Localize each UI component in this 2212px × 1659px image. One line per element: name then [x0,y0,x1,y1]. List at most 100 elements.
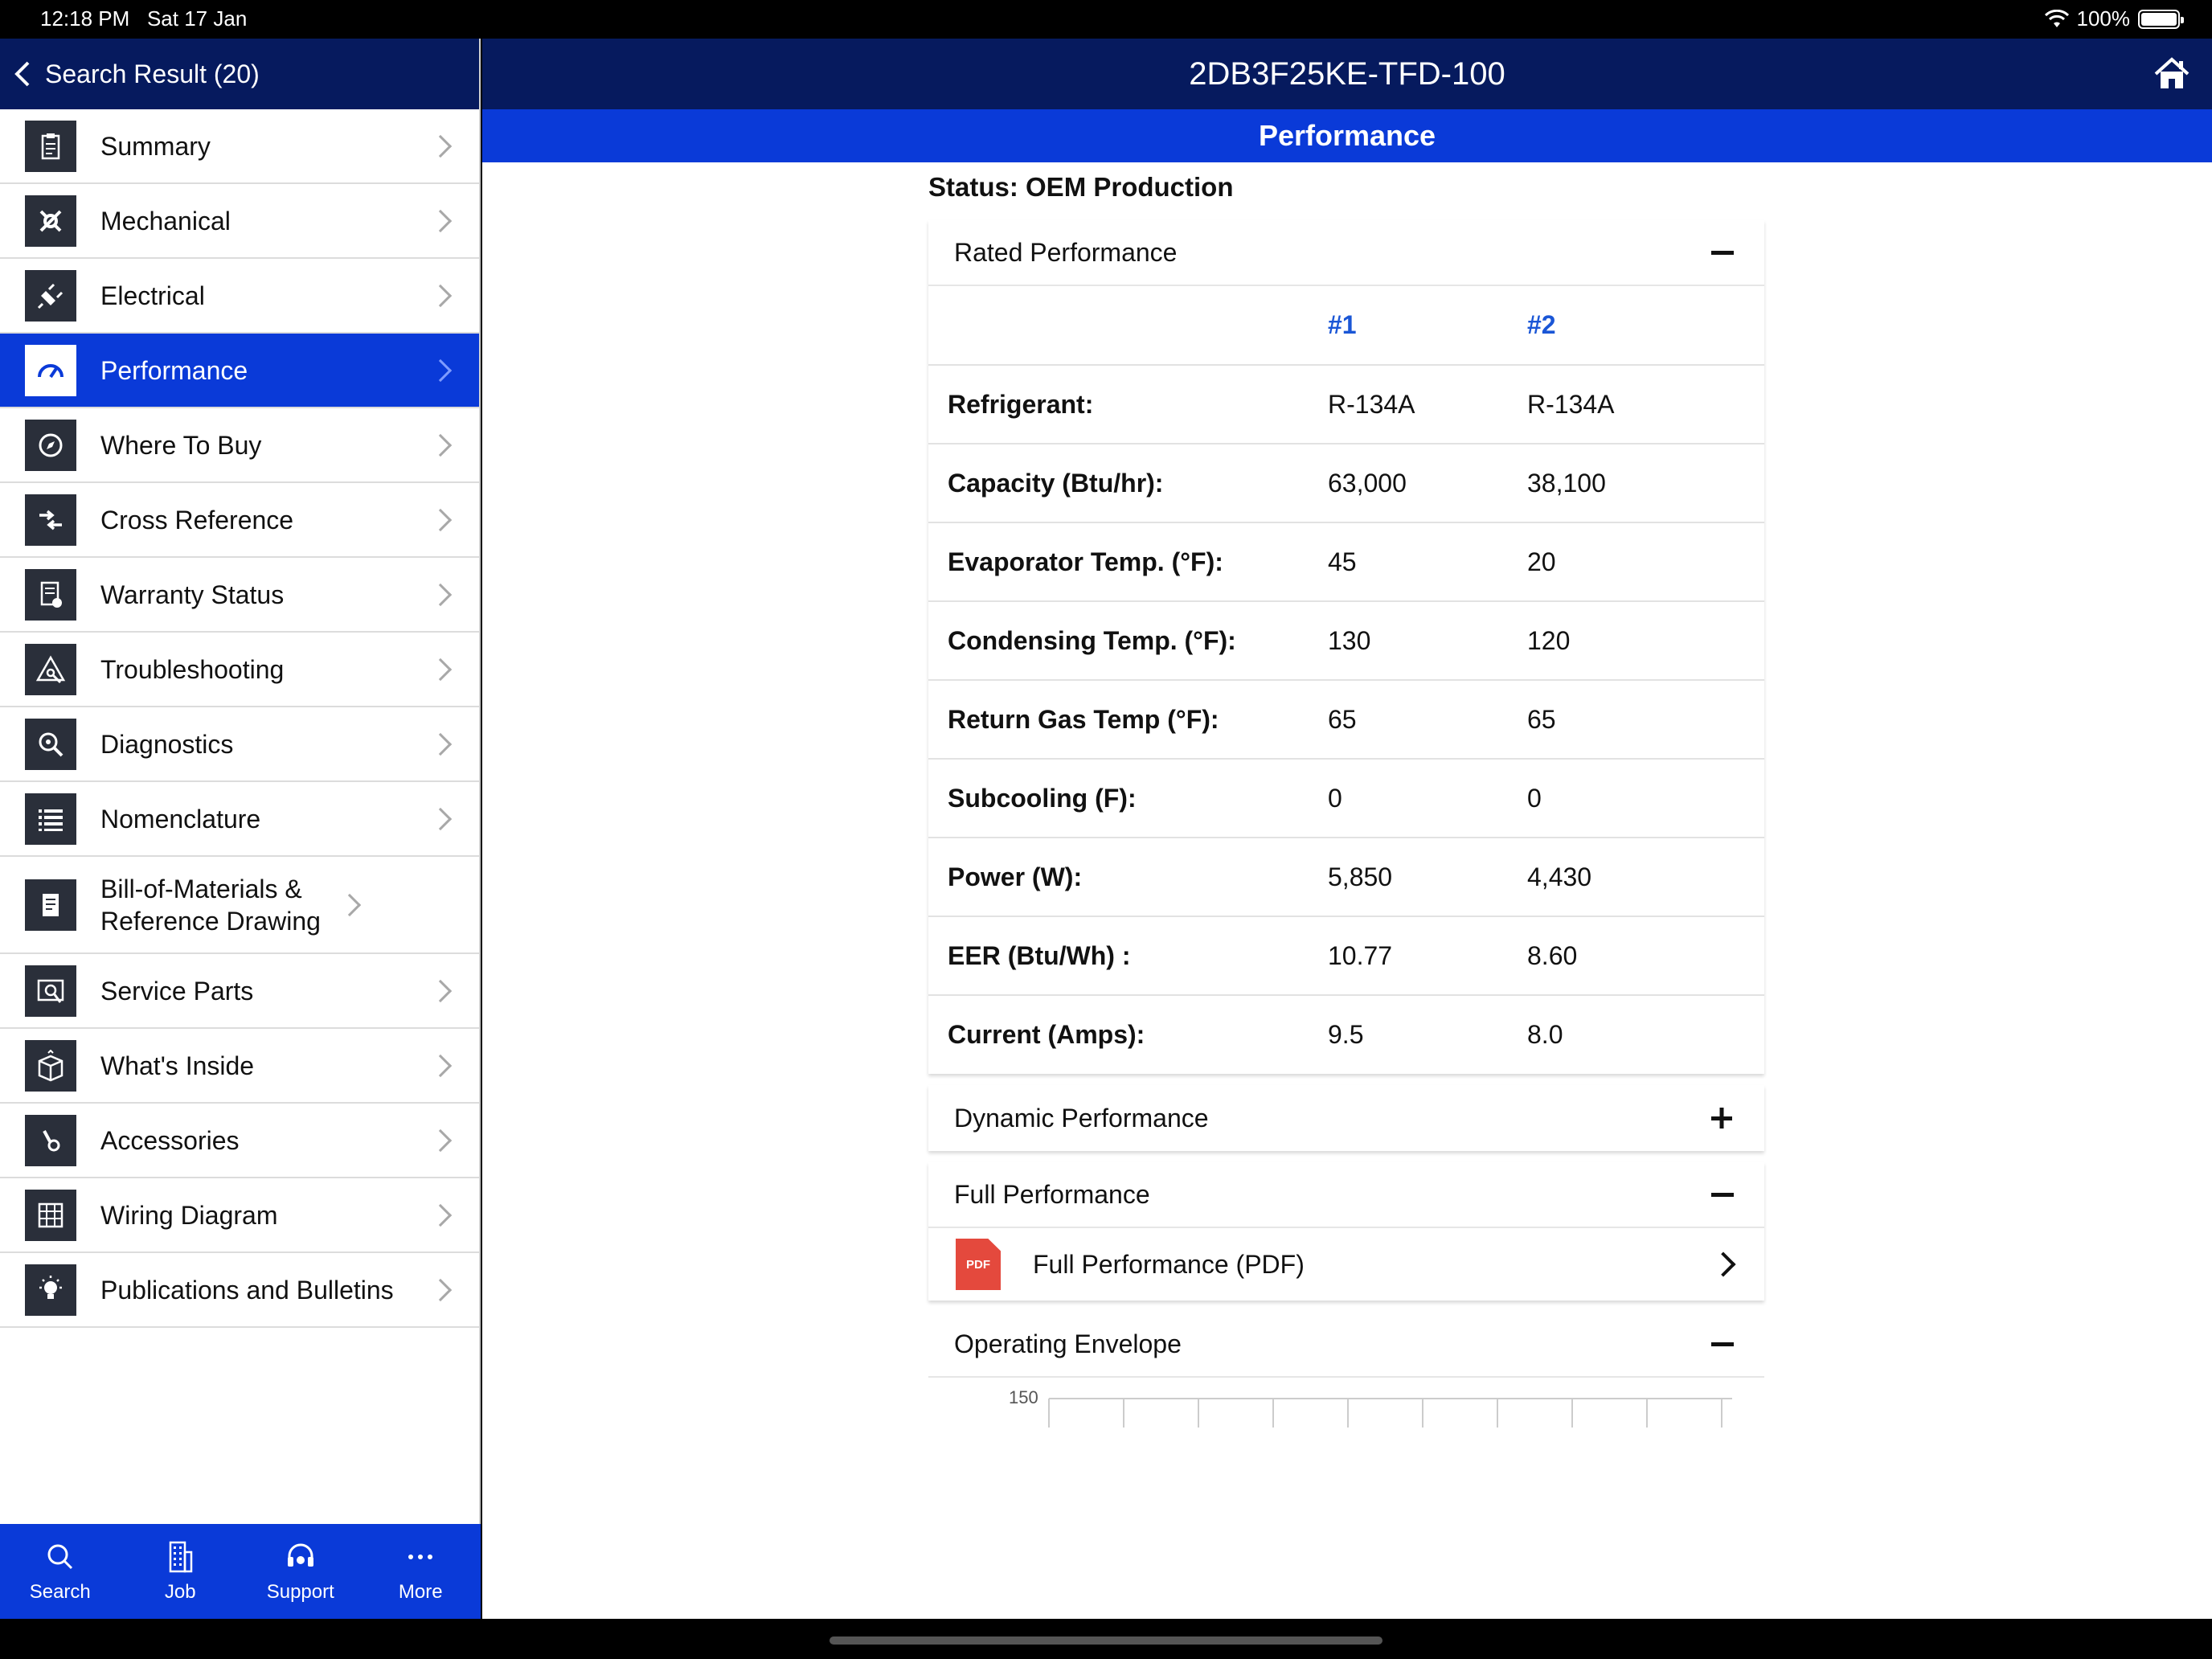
sidebar-item-mechanical[interactable]: Mechanical [0,184,479,259]
row-label: Condensing Temp. (°F): [928,601,1328,681]
page-title: 2DB3F25KE-TFD-100 [1189,55,1505,92]
document-icon [25,879,76,931]
status-right: 100% [2044,6,2184,31]
envelope-chart-svg: 150 [1009,1387,1732,1428]
operating-envelope-title: Operating Envelope [954,1329,1182,1358]
sidebar-item-label: Mechanical [100,206,231,236]
value-1: R-134A [1328,365,1527,444]
sidebar-item-service-parts[interactable]: Service Parts [0,954,479,1029]
search-icon [47,1544,72,1570]
row-label: EER (Btu/Wh) : [928,916,1328,996]
warning-wrench-icon [25,643,76,695]
sidebar-item-label: Service Parts [100,976,254,1006]
chevron-right-icon [338,893,362,916]
value-2: 38,100 [1527,444,1764,523]
sidebar-item-label: Performance [100,355,248,385]
tab-bar: Search Job Support More [0,1524,481,1619]
sidebar-item-diagnostics[interactable]: Diagnostics [0,707,479,782]
sidebar-item-label: Nomenclature [100,804,261,834]
sidebar-item-label: Publications and Bulletins [100,1275,394,1305]
sidebar: Search Result (20) Summary Mechanical Elec… [0,39,481,1619]
dynamic-performance-title: Dynamic Performance [954,1103,1209,1133]
sidebar-item-label: Troubleshooting [100,654,285,684]
sidebar-item-summary[interactable]: Summary [0,109,479,184]
dynamic-performance-header[interactable]: Dynamic Performance [928,1085,1764,1151]
rated-performance-table: #1 #2 Refrigerant: R-134A R-134A Capacity (… [928,286,1764,1074]
battery-percent: 100% [2076,6,2131,31]
value-1: 5,850 [1328,838,1527,917]
operating-envelope-panel: Operating Envelope 150 [928,1312,1764,1428]
home-indicator[interactable] [830,1636,1382,1645]
chevron-right-icon [428,732,453,756]
sidebar-item-nomenclature[interactable]: Nomenclature [0,782,479,857]
row-label: Current (Amps): [948,1020,1145,1049]
certificate-icon [25,568,76,621]
sidebar-item-label: Where To Buy [100,430,262,460]
sidebar-item-wiring-diagram[interactable]: Wiring Diagram [0,1178,479,1253]
sidebar-item-performance[interactable]: Performance [0,334,479,408]
tab-more[interactable]: More [361,1524,481,1619]
content: Status: OEM Production Rated Performance… [928,162,1764,1439]
sidebar-item-cross-reference[interactable]: Cross Reference [0,483,479,558]
arrows-icon [25,494,76,546]
value-1: 0 [1328,759,1527,838]
status-bar: 12:18 PM Sat 17 Jan 100% [0,0,2212,39]
battery-icon [2138,9,2184,29]
collapse-icon[interactable] [1711,1192,1734,1197]
chevron-right-icon [428,358,453,382]
sidebar-item-what-s-inside[interactable]: What's Inside [0,1029,479,1104]
table-row: Condensing Temp. (°F): 130 120 [928,601,1764,681]
sidebar-item-where-to-buy[interactable]: Where To Buy [0,408,479,483]
home-icon[interactable] [2153,55,2191,93]
value-2: 4,430 [1527,838,1764,917]
chevron-right-icon [428,508,453,531]
operating-envelope-header[interactable]: Operating Envelope [928,1312,1764,1378]
main-panel: 2DB3F25KE-TFD-100 Performance Status: OE… [482,39,2212,1619]
collapse-icon[interactable] [1711,250,1734,255]
value-2: 8.60 [1527,916,1764,996]
gauge-icon [25,344,76,396]
row-label: Subcooling (F): [928,759,1328,838]
compass-icon [25,419,76,471]
full-performance-header[interactable]: Full Performance [928,1162,1764,1228]
tab-support[interactable]: Support [240,1524,361,1619]
chevron-right-icon [428,1054,453,1077]
tab-job[interactable]: Job [121,1524,241,1619]
sidebar-item-bill-of-materials-reference-drawing[interactable]: Bill-of-Materials & Reference Drawing [0,857,479,954]
value-1: 10.77 [1328,916,1527,996]
chevron-right-icon [428,134,453,158]
table-row: Current (Amps): 9.5 8.0 [928,995,1764,1074]
expand-icon[interactable] [1710,1106,1734,1130]
sidebar-item-electrical[interactable]: Electrical [0,259,479,334]
accessory-icon [25,1114,76,1166]
table-row: EER (Btu/Wh) :10.77 8.60 [928,916,1764,996]
empty-header-cell [928,286,1328,366]
tab-search[interactable]: Search [0,1524,121,1619]
full-performance-pdf-link[interactable]: PDF Full Performance (PDF) [928,1228,1764,1301]
sidebar-item-warranty-status[interactable]: Warranty Status [0,558,479,633]
back-button[interactable]: Search Result (20) [0,39,479,109]
sidebar-item-publications-and-bulletins[interactable]: Publications and Bulletins [0,1253,479,1328]
tab-search-label: Search [29,1581,91,1603]
sidebar-item-label: Diagnostics [100,729,234,759]
tab-support-label: Support [266,1581,334,1603]
sidebar-item-accessories[interactable]: Accessories [0,1104,479,1178]
sidebar-item-label: What's Inside [100,1051,255,1080]
rated-performance-header[interactable]: Rated Performance [928,220,1764,286]
x-gridlines [1048,1399,1722,1428]
chevron-right-icon [428,1203,453,1227]
column-2-header: #2 [1527,286,1764,366]
rated-performance-panel: Rated Performance #1 #2 Refrigerant: R-13… [928,220,1764,1074]
headset-icon [287,1543,313,1567]
collapse-icon[interactable] [1711,1342,1734,1346]
chevron-right-icon [428,433,453,457]
value-1: 63,000 [1328,444,1527,523]
table-row: Power (W): 5,850 4,430 [928,838,1764,917]
pdf-icon: PDF [956,1239,1001,1290]
sidebar-item-troubleshooting[interactable]: Troubleshooting [0,633,479,707]
sidebar-item-label: Cross Reference [100,505,294,535]
sidebar-item-label: Summary [100,131,211,161]
parts-icon [25,965,76,1017]
value-2: 120 [1527,601,1764,681]
y-tick-label: 150 [1009,1387,1038,1407]
